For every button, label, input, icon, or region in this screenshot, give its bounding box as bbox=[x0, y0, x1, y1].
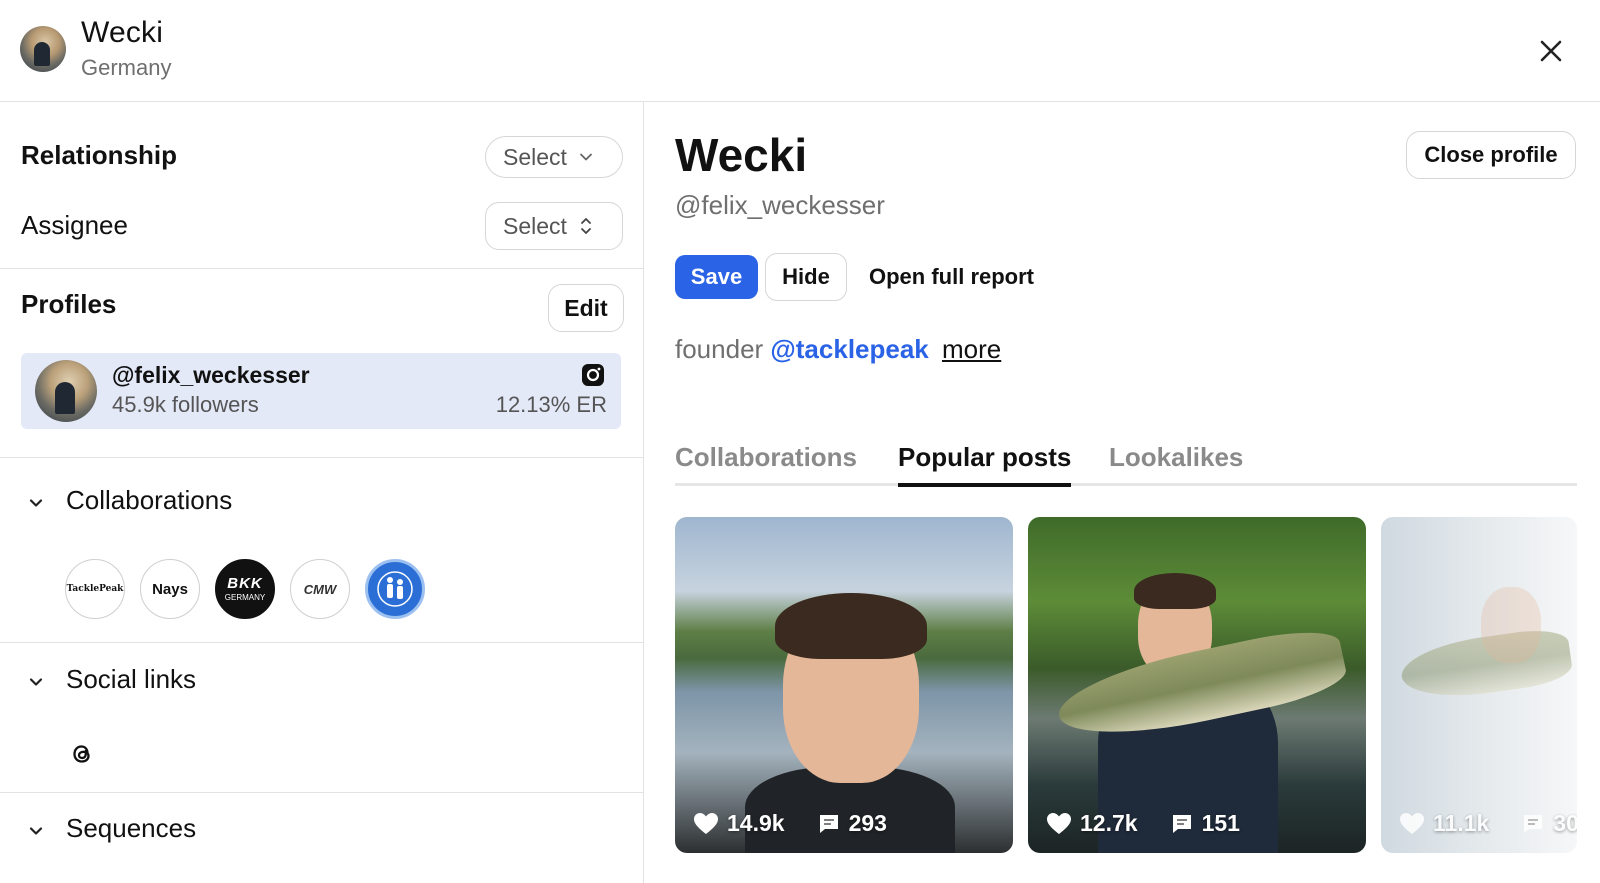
avatar bbox=[35, 360, 97, 422]
post-card[interactable]: 11.1k 304 bbox=[1381, 517, 1577, 853]
brand-logo-cmw[interactable]: CMW bbox=[290, 559, 350, 619]
post-image-shape bbox=[1481, 587, 1541, 663]
tab-collaborations[interactable]: Collaborations bbox=[675, 442, 857, 473]
chevron-down-icon[interactable] bbox=[26, 493, 46, 513]
profile-card[interactable]: @felix_weckesser 45.9k followers 12.13% … bbox=[21, 353, 621, 429]
divider bbox=[0, 792, 643, 793]
open-full-report-link[interactable]: Open full report bbox=[869, 264, 1034, 290]
profile-handle: @felix_weckesser bbox=[675, 190, 885, 220]
chevron-down-icon[interactable] bbox=[26, 672, 46, 692]
sequences-section-title[interactable]: Sequences bbox=[66, 813, 196, 844]
brand-logo-nays[interactable]: Nays bbox=[140, 559, 200, 619]
profile-header: Wecki Germany bbox=[0, 0, 1600, 102]
left-panel: Relationship Select Assignee Select Prof… bbox=[0, 102, 644, 883]
post-stats: 12.7k 151 bbox=[1046, 810, 1240, 837]
assignee-select-value: Select bbox=[503, 212, 567, 239]
comment-icon bbox=[1524, 814, 1543, 833]
chevron-down-icon[interactable] bbox=[26, 821, 46, 841]
header-country: Germany bbox=[81, 55, 172, 80]
post-card[interactable]: 14.9k 293 bbox=[675, 517, 1013, 853]
tab-popular-posts[interactable]: Popular posts bbox=[898, 442, 1071, 473]
post-comments: 293 bbox=[848, 810, 887, 836]
bio-more-link[interactable]: more bbox=[942, 334, 1001, 364]
bio-text: founder bbox=[675, 334, 764, 364]
post-image-shape bbox=[775, 593, 927, 659]
heart-icon bbox=[694, 812, 718, 834]
profiles-label: Profiles bbox=[21, 289, 117, 319]
post-stats: 14.9k 293 bbox=[693, 810, 887, 837]
save-button[interactable]: Save bbox=[675, 255, 758, 299]
heart-icon bbox=[1047, 812, 1071, 834]
popular-posts-carousel[interactable]: 14.9k 293 12.7k 151 11.1k 304 bbox=[675, 517, 1577, 853]
profile-name: Wecki bbox=[675, 129, 808, 181]
social-links-section-title[interactable]: Social links bbox=[66, 664, 196, 695]
relationship-select-value: Select bbox=[503, 143, 567, 170]
post-comments: 304 bbox=[1553, 810, 1577, 836]
post-stats: 11.1k 304 bbox=[1399, 810, 1577, 837]
avatar bbox=[20, 26, 66, 72]
header-name: Wecki bbox=[81, 16, 164, 49]
divider bbox=[0, 642, 643, 643]
tabs-baseline bbox=[675, 483, 1577, 486]
instagram-icon bbox=[582, 364, 604, 386]
hide-button[interactable]: Hide bbox=[765, 253, 847, 301]
sort-updown-icon bbox=[581, 218, 591, 234]
post-comments: 151 bbox=[1201, 810, 1240, 836]
active-tab-indicator bbox=[898, 483, 1071, 487]
relationship-label: Relationship bbox=[21, 140, 178, 170]
close-icon[interactable] bbox=[1536, 36, 1566, 66]
tab-lookalikes[interactable]: Lookalikes bbox=[1109, 442, 1243, 473]
heart-icon bbox=[1400, 812, 1424, 834]
brand-logo-bkk[interactable]: BKK GERMANY bbox=[215, 559, 275, 619]
brand-logo-fishermen[interactable] bbox=[365, 559, 425, 619]
bio-mention-link[interactable]: @tacklepeak bbox=[770, 334, 928, 364]
divider bbox=[0, 457, 643, 458]
post-image-shape bbox=[1134, 573, 1216, 609]
edit-button[interactable]: Edit bbox=[548, 284, 624, 332]
profile-bio: founder @tacklepeak more bbox=[675, 334, 1001, 365]
profile-engagement-rate: 12.13% ER bbox=[495, 392, 607, 417]
assignee-label: Assignee bbox=[21, 210, 128, 240]
chevron-down-icon bbox=[580, 153, 592, 161]
close-profile-button[interactable]: Close profile bbox=[1406, 131, 1576, 179]
comment-icon bbox=[819, 814, 838, 833]
profile-handle: @felix_weckesser bbox=[112, 362, 310, 388]
profile-followers: 45.9k followers bbox=[112, 392, 259, 417]
threads-icon[interactable] bbox=[68, 740, 96, 768]
relationship-select[interactable]: Select bbox=[485, 136, 623, 178]
collaborations-section-title[interactable]: Collaborations bbox=[66, 485, 232, 516]
post-likes: 11.1k bbox=[1433, 810, 1490, 836]
divider bbox=[0, 268, 643, 269]
fishermen-logo-icon bbox=[377, 571, 413, 607]
assignee-select[interactable]: Select bbox=[485, 202, 623, 250]
post-likes: 14.9k bbox=[727, 810, 785, 836]
post-card[interactable]: 12.7k 151 bbox=[1028, 517, 1366, 853]
brand-logo-tacklepeak[interactable]: TacklePeak bbox=[65, 559, 125, 619]
post-likes: 12.7k bbox=[1080, 810, 1138, 836]
comment-icon bbox=[1172, 814, 1191, 833]
